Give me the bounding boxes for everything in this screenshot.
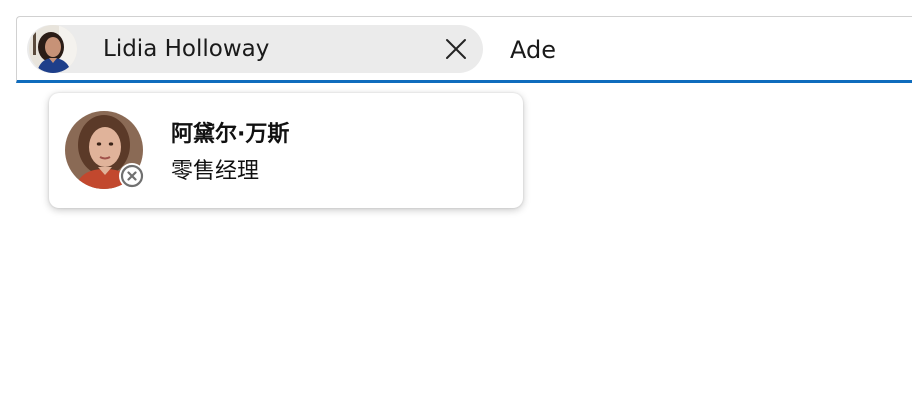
presence-offline-icon — [119, 163, 145, 189]
dismiss-icon[interactable] — [444, 37, 468, 61]
suggestion-name: 阿黛尔·万斯 — [171, 122, 290, 147]
search-input[interactable]: Ade — [510, 36, 556, 64]
suggestion-job-title: 零售经理 — [171, 159, 260, 184]
suggestion-item[interactable]: 阿黛尔·万斯 零售经理 — [49, 93, 523, 208]
people-picker[interactable]: Lidia Holloway Ade — [16, 16, 912, 83]
selected-person-name: Lidia Holloway — [103, 36, 270, 62]
selected-person-chip[interactable]: Lidia Holloway — [27, 25, 483, 73]
person-avatar-photo — [29, 25, 77, 73]
